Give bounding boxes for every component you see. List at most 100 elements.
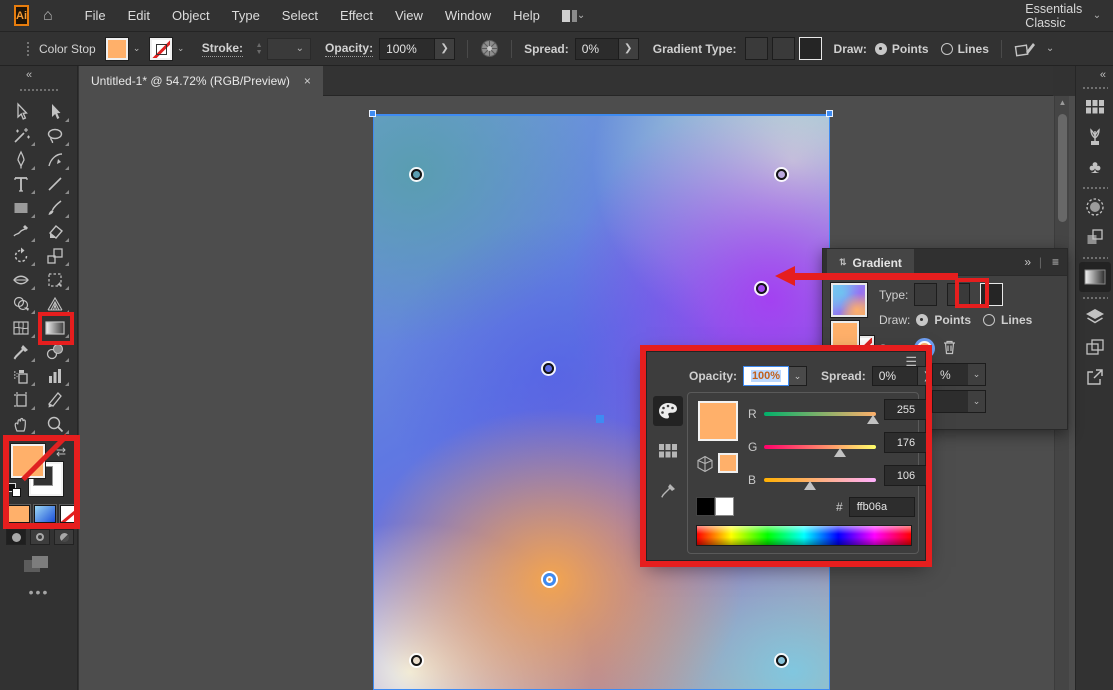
- tool-direct-selection[interactable]: [5, 101, 37, 124]
- out-of-gamut-cube-icon[interactable]: [696, 455, 714, 476]
- tool-shape-builder[interactable]: [5, 293, 37, 316]
- chevron-down-icon[interactable]: ⌄: [130, 38, 144, 60]
- layers-panel-icon[interactable]: [1076, 302, 1113, 332]
- panel-draw-points-radio[interactable]: [916, 314, 928, 326]
- menu-object[interactable]: Object: [172, 8, 210, 23]
- gradient-stop-selected[interactable]: [543, 573, 556, 586]
- menu-edit[interactable]: Edit: [128, 8, 150, 23]
- color-mixer-icon[interactable]: [653, 396, 683, 426]
- panel-cycle-icon[interactable]: ⇅: [839, 257, 847, 268]
- artboards-panel-icon[interactable]: [1076, 332, 1113, 362]
- draw-lines-label[interactable]: Lines: [958, 42, 989, 56]
- gradient-stop[interactable]: [756, 283, 767, 294]
- tool-zoom[interactable]: [39, 413, 71, 436]
- color-spectrum-bar[interactable]: [696, 525, 912, 546]
- appearance-panel-icon[interactable]: [1076, 222, 1113, 252]
- gradient-stop[interactable]: [411, 655, 422, 666]
- stop-location-dropdown[interactable]: ⌄: [932, 390, 986, 413]
- popup-spread-input[interactable]: 0%: [872, 366, 918, 386]
- stop-opacity-dropdown[interactable]: % ⌄: [932, 363, 986, 386]
- gradient-stop[interactable]: [776, 655, 787, 666]
- opacity-input[interactable]: 100%: [379, 38, 435, 60]
- gradient-stop[interactable]: [411, 169, 422, 180]
- chevron-down-icon[interactable]: ⌄: [968, 391, 985, 412]
- close-icon[interactable]: ×: [304, 74, 311, 88]
- gradient-type-freeform-button[interactable]: [799, 37, 822, 60]
- hex-input[interactable]: ffb06a: [849, 497, 915, 517]
- tool-column-graph[interactable]: [39, 365, 71, 388]
- gradient-stop[interactable]: [543, 363, 554, 374]
- drag-grip[interactable]: [19, 88, 59, 92]
- scroll-up-icon[interactable]: ▲: [1055, 98, 1070, 107]
- tool-rectangle[interactable]: [5, 197, 37, 220]
- blue-value-input[interactable]: 106: [884, 465, 928, 486]
- opacity-label[interactable]: Opacity:: [325, 41, 373, 57]
- tool-slice[interactable]: [39, 389, 71, 412]
- menu-help[interactable]: Help: [513, 8, 540, 23]
- symbols-panel-icon[interactable]: ♣: [1076, 152, 1113, 182]
- tool-curvature[interactable]: [39, 149, 71, 172]
- recolor-artwork-icon[interactable]: [480, 39, 499, 58]
- slider-knob[interactable]: [834, 448, 846, 457]
- stroke-weight-stepper[interactable]: ▲▼: [251, 38, 267, 60]
- panel-menu-icon[interactable]: ≡: [1052, 255, 1059, 269]
- draw-inside-button[interactable]: [54, 529, 74, 545]
- selection-handle[interactable]: [826, 110, 833, 117]
- gradient-midpoint-handle[interactable]: [596, 415, 604, 423]
- green-value-input[interactable]: 176: [884, 432, 928, 453]
- swatches-panel-icon[interactable]: [1076, 92, 1113, 122]
- selection-handle[interactable]: [369, 110, 376, 117]
- gamut-color-swatch[interactable]: [718, 453, 738, 473]
- swatches-list-icon[interactable]: [653, 436, 683, 466]
- tool-selection[interactable]: [39, 101, 71, 124]
- tool-lasso[interactable]: [39, 125, 71, 148]
- tool-line-segment[interactable]: [39, 173, 71, 196]
- menu-file[interactable]: File: [85, 8, 106, 23]
- panel-type-linear-button[interactable]: [914, 283, 937, 306]
- tool-gradient[interactable]: [39, 317, 71, 340]
- default-fill-stroke-icon[interactable]: [7, 483, 21, 497]
- draw-normal-button[interactable]: [6, 529, 26, 545]
- spread-input[interactable]: 0%: [575, 38, 619, 60]
- panel-fill-swatch[interactable]: [831, 321, 859, 349]
- tool-eraser[interactable]: [39, 221, 71, 244]
- tool-symbol-sprayer[interactable]: [5, 365, 37, 388]
- gradient-annotator-icon[interactable]: [1014, 39, 1036, 59]
- app-logo-icon[interactable]: Ai: [14, 5, 29, 26]
- collapse-to-icons-icon[interactable]: »: [1024, 255, 1031, 269]
- gradient-mode-button[interactable]: [34, 505, 56, 523]
- edit-toolbar-ellipsis[interactable]: •••: [0, 584, 78, 600]
- chevron-down-icon[interactable]: ⌄: [1046, 43, 1054, 54]
- tool-pen[interactable]: [5, 149, 37, 172]
- delete-stop-icon[interactable]: [942, 339, 957, 358]
- red-value-input[interactable]: 255: [884, 399, 928, 420]
- arrange-documents-icon[interactable]: [562, 10, 577, 22]
- tool-perspective-grid[interactable]: [39, 293, 71, 316]
- tool-scale[interactable]: [39, 245, 71, 268]
- menu-effect[interactable]: Effect: [340, 8, 373, 23]
- gradient-preview-thumbnail[interactable]: [831, 283, 867, 317]
- drag-grip[interactable]: [1082, 256, 1108, 260]
- brushes-panel-icon[interactable]: [1076, 122, 1113, 152]
- draw-lines-radio[interactable]: [941, 43, 953, 55]
- tool-shaper[interactable]: [5, 221, 37, 244]
- chevron-down-icon[interactable]: ⌄: [1093, 10, 1101, 21]
- menu-view[interactable]: View: [395, 8, 423, 23]
- gradient-panel-icon[interactable]: [1079, 262, 1111, 292]
- spread-spinner-button[interactable]: ❯: [619, 38, 639, 60]
- white-swatch[interactable]: [715, 497, 734, 516]
- gradient-stop[interactable]: [776, 169, 787, 180]
- tool-eyedropper[interactable]: [5, 341, 37, 364]
- gradient-panel-tab[interactable]: ⇅ Gradient: [827, 249, 914, 276]
- menu-type[interactable]: Type: [232, 8, 260, 23]
- tool-magic-wand[interactable]: [5, 125, 37, 148]
- draw-points-label[interactable]: Points: [892, 42, 929, 56]
- panel-draw-lines-radio[interactable]: [983, 314, 995, 326]
- scrollbar-thumb[interactable]: [1058, 114, 1067, 222]
- opacity-spinner-button[interactable]: ❯: [435, 38, 455, 60]
- tool-free-transform[interactable]: [39, 269, 71, 292]
- color-panel-icon[interactable]: [1076, 192, 1113, 222]
- blue-slider[interactable]: [764, 478, 876, 482]
- collapse-panel-icon[interactable]: «: [26, 69, 32, 81]
- asset-export-panel-icon[interactable]: [1076, 362, 1113, 392]
